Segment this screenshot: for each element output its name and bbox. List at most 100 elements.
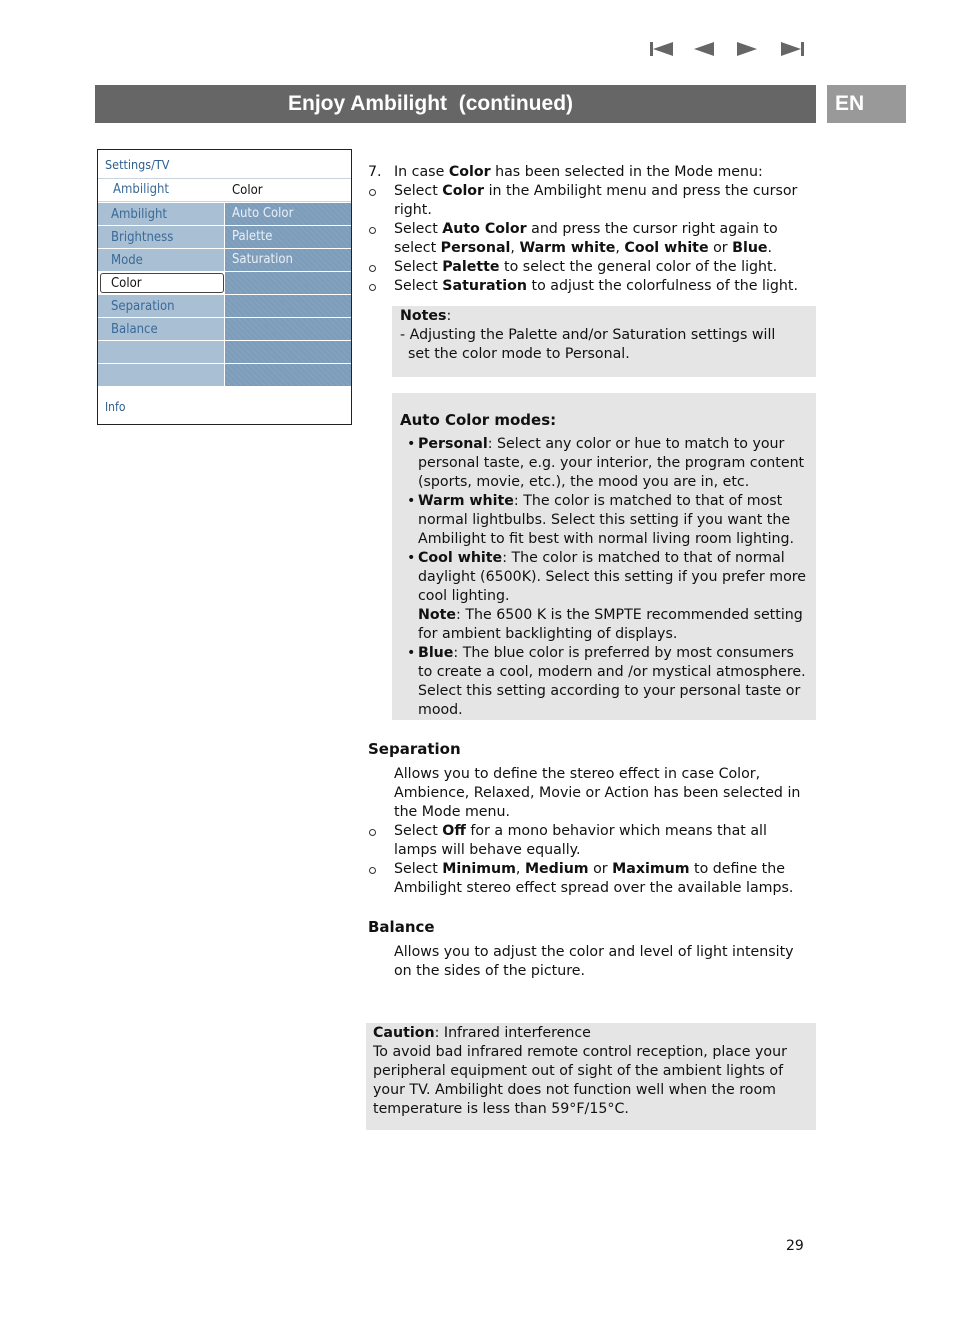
bold-text: Cool white <box>624 240 709 256</box>
text: Select <box>394 183 443 199</box>
menu-row[interactable]: Brightness Palette <box>98 226 351 249</box>
notes-text: - Adjusting the Palette and/or Saturatio… <box>400 327 776 362</box>
menu-item-left[interactable]: Balance <box>98 318 225 340</box>
menu-item-right[interactable]: Auto Color <box>225 203 351 225</box>
balance-text: Allows you to adjust the color and level… <box>394 944 794 979</box>
text: to adjust the colorfulness of the light. <box>527 278 798 294</box>
menu-item-left[interactable]: Color <box>100 273 224 293</box>
text: , <box>515 861 525 877</box>
intro-bold: Color <box>448 164 491 180</box>
menu-row[interactable]: Balance <box>98 318 351 341</box>
bold-text: Saturation <box>442 278 528 294</box>
balance-title: Balance <box>368 918 435 936</box>
menu-row[interactable] <box>98 341 351 364</box>
auto-color-mode-item: • Blue: The blue color is preferred by mo… <box>400 644 810 720</box>
notes-title: Notes <box>400 308 447 324</box>
text: Select <box>394 861 443 877</box>
menu-header-left: Ambilight <box>113 182 169 197</box>
notes-box: Notes: - Adjusting the Palette and/or Sa… <box>392 306 816 377</box>
bold-text: Maximum <box>612 861 690 877</box>
page-title-bar: Enjoy Ambilight (continued) <box>95 85 816 123</box>
menu-item-left[interactable]: Brightness <box>98 226 225 248</box>
circle-bullet-icon <box>369 284 376 291</box>
menu-item-left[interactable]: Mode <box>98 249 225 271</box>
menu-header-right: Color <box>232 183 263 198</box>
circle-bullet-icon <box>369 189 376 196</box>
menu-row[interactable] <box>98 364 351 387</box>
bold-text: Personal <box>440 240 511 256</box>
bold-text: Color <box>442 183 485 199</box>
bold-text: Medium <box>524 861 589 877</box>
mode-name: Cool white <box>418 550 503 566</box>
auto-color-modes-list: • Personal: Select any color or hue to ma… <box>400 435 810 720</box>
menu-row[interactable]: Separation <box>98 295 351 318</box>
menu-row[interactable]: Color <box>98 272 351 295</box>
bold-text: Off <box>442 823 466 839</box>
next-icon[interactable] <box>737 40 759 60</box>
bullet-item: Select Off for a mono behavior which mea… <box>368 822 808 860</box>
mode-name: Personal <box>418 436 488 452</box>
menu-rows: Ambilight Auto Color Brightness Palette Mode… <box>98 203 351 387</box>
caution-subtitle: : Infrared interference <box>434 1025 591 1041</box>
menu-item-right[interactable]: Saturation <box>225 249 351 271</box>
step-7-bullets: Select Color in the Ambilight menu and p… <box>368 182 798 296</box>
mode-name: Warm white <box>418 493 514 509</box>
menu-item-left[interactable]: Separation <box>98 295 225 317</box>
skip-to-first-icon[interactable] <box>650 40 674 60</box>
menu-item-right[interactable] <box>225 364 351 386</box>
bullet-item: Select Minimum, Medium or Maximum to def… <box>368 860 808 898</box>
mode-description: : The blue color is preferred by most co… <box>418 645 806 718</box>
menu-item-right[interactable] <box>225 318 351 340</box>
step-7-intro: 7. In case Color has been selected in th… <box>368 163 798 182</box>
auto-color-mode-item: • Personal: Select any color or hue to ma… <box>400 435 810 492</box>
menu-item-right[interactable] <box>225 341 351 363</box>
tv-settings-menu: Settings/TV Ambilight Color Ambilight Aut… <box>97 149 352 425</box>
circle-bullet-icon <box>369 829 376 836</box>
menu-item-left[interactable] <box>98 364 225 386</box>
menu-item-right[interactable] <box>225 272 351 294</box>
separation-intro: Allows you to define the stereo effect i… <box>394 766 801 820</box>
menu-row[interactable]: Mode Saturation <box>98 249 351 272</box>
text: . <box>767 240 773 256</box>
language-tab: EN <box>827 85 906 123</box>
caution-box: Caution: Infrared interference To avoid … <box>366 1023 816 1130</box>
text: Select <box>394 823 443 839</box>
intro-text: In case <box>394 164 449 180</box>
note-text: : The 6500 K is the SMPTE recommended se… <box>418 607 803 642</box>
bullet-item: Select Color in the Ambilight menu and p… <box>368 182 798 220</box>
menu-item-left[interactable] <box>98 341 225 363</box>
circle-bullet-icon <box>369 867 376 874</box>
caution-text: To avoid bad infrared remote control rec… <box>373 1044 787 1117</box>
menu-item-right[interactable]: Palette <box>225 226 351 248</box>
text: Select <box>394 221 443 237</box>
mode-name: Blue <box>418 645 454 661</box>
previous-icon[interactable] <box>694 40 716 60</box>
bullet-dot-icon: • <box>407 493 416 509</box>
menu-item-right[interactable] <box>225 295 351 317</box>
menu-row[interactable]: Ambilight Auto Color <box>98 203 351 226</box>
bullet-dot-icon: • <box>407 550 416 566</box>
page-number: 29 <box>786 1238 804 1254</box>
intro-text: has been selected in the Mode menu: <box>490 164 763 180</box>
separation-title: Separation <box>368 740 461 758</box>
circle-bullet-icon <box>369 227 376 234</box>
bullet-dot-icon: • <box>407 436 416 452</box>
bold-text: Blue <box>732 240 768 256</box>
text: to select the general color of the light… <box>499 259 778 275</box>
skip-to-last-icon[interactable] <box>781 40 805 60</box>
step-number: 7. <box>368 164 382 180</box>
mode-note: Note: The 6500 K is the SMPTE recommende… <box>418 606 810 644</box>
bullet-item: Select Palette to select the general col… <box>368 258 798 277</box>
menu-header: Ambilight Color <box>98 178 351 202</box>
auto-color-mode-item: • Cool white: The color is matched to tha… <box>400 549 810 644</box>
step-7: 7. In case Color has been selected in th… <box>368 163 798 296</box>
text: or <box>708 240 733 256</box>
bold-text: Palette <box>442 259 500 275</box>
bullet-item: Select Saturation to adjust the colorful… <box>368 277 798 296</box>
menu-item-left[interactable]: Ambilight <box>98 203 225 225</box>
auto-color-mode-item: • Warm white: The color is matched to tha… <box>400 492 810 549</box>
auto-color-modes-title: Auto Color modes: <box>400 411 557 429</box>
bullet-item: Select Auto Color and press the cursor r… <box>368 220 798 258</box>
bold-text: Auto Color <box>442 221 527 237</box>
bold-text: Minimum <box>442 861 516 877</box>
